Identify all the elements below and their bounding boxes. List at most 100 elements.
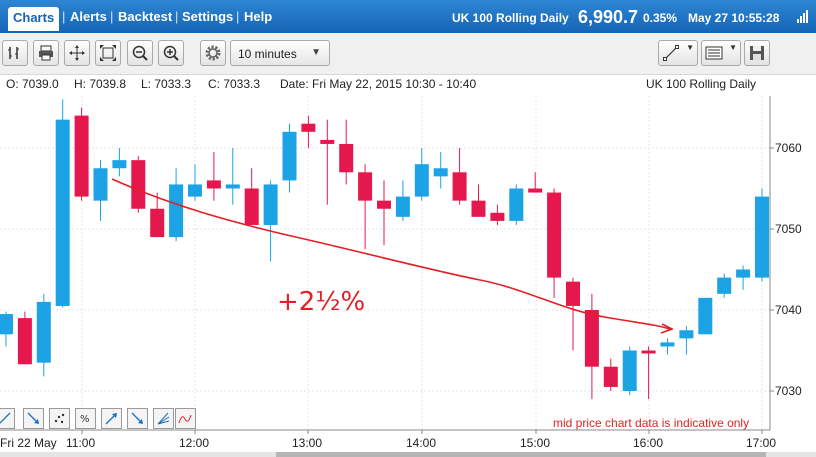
x-tick-label: 12:00 (179, 436, 210, 450)
chart-annotation-text: +2½% (277, 287, 365, 317)
y-tick-label: 7040 (775, 303, 802, 317)
x-tick-label: 15:00 (520, 436, 551, 450)
candle (339, 119, 354, 185)
y-tick-label: 7050 (775, 222, 802, 236)
candle-body (490, 212, 505, 221)
chart-grid (0, 96, 770, 430)
candle (698, 297, 713, 335)
percent-icon: % (80, 414, 90, 425)
data-disclaimer: mid price chart data is indicative only (553, 416, 750, 430)
candle (36, 293, 51, 377)
candle-body (433, 168, 448, 177)
candle-body (131, 160, 146, 209)
candle (736, 265, 751, 290)
candle-body (320, 139, 335, 144)
candle-body (358, 172, 373, 201)
candle (755, 188, 769, 282)
candle-body (74, 115, 89, 197)
candle-body (225, 184, 240, 189)
candle (679, 326, 694, 355)
percent-tool-button[interactable]: % (75, 408, 96, 429)
candle (660, 338, 675, 355)
price-chart[interactable]: +2½% (0, 0, 816, 457)
candle-body (755, 196, 769, 278)
candle-body (206, 180, 221, 189)
svg-text:%: % (80, 414, 90, 425)
candle-body (547, 192, 562, 278)
arrow-tool-icon (27, 412, 39, 424)
candle-body (584, 310, 599, 367)
candle (452, 148, 467, 205)
candle (263, 180, 278, 262)
candle (206, 152, 221, 201)
trend-down-icon (131, 412, 143, 424)
candle (188, 164, 202, 201)
candle (93, 160, 108, 221)
candle (112, 148, 127, 177)
trend-up-tool-button[interactable] (101, 408, 122, 429)
candle (377, 180, 391, 246)
candle-body (679, 330, 694, 339)
x-tick-label: 14:00 (406, 436, 437, 450)
candle-body (736, 269, 751, 278)
candle (320, 119, 335, 205)
candle-body (112, 160, 127, 169)
candle (566, 277, 580, 351)
candle (55, 99, 70, 308)
x-tick-label: 11:00 (66, 436, 96, 450)
candle (0, 311, 13, 347)
candle-body (17, 318, 32, 365)
candle-body (282, 131, 297, 181)
wave-tool-button[interactable] (175, 408, 196, 429)
candle-body (603, 366, 618, 387)
x-axis (0, 429, 770, 434)
candle-body (717, 277, 732, 294)
x-tick-label: Fri 22 May (0, 436, 57, 450)
candle-body (150, 208, 165, 238)
candle (509, 184, 524, 225)
line-tool-icon (0, 412, 11, 424)
candle (244, 168, 259, 225)
candle (131, 156, 146, 213)
candle-body (509, 188, 524, 221)
candle-body (339, 143, 354, 173)
wave-icon (178, 414, 192, 424)
candle-body (622, 350, 637, 391)
x-tick-label: 16:00 (633, 436, 664, 450)
candle (358, 164, 373, 250)
candle-body (377, 200, 391, 209)
candle-body (93, 168, 108, 201)
candlestick-series (0, 99, 769, 400)
candle (225, 148, 240, 205)
fibonacci-tool-button[interactable] (153, 408, 174, 429)
candle (414, 148, 429, 201)
line-tool-button[interactable] (0, 408, 15, 429)
candle-body (698, 297, 713, 335)
candle (547, 188, 562, 298)
candle-body (528, 188, 543, 193)
candle-body (244, 188, 259, 225)
candle-body (36, 301, 51, 363)
candle-body (452, 172, 467, 201)
candle (528, 172, 543, 193)
candle (395, 180, 410, 221)
candle-body (566, 281, 580, 306)
candle-body (471, 200, 486, 217)
y-tick-label: 7030 (775, 384, 802, 398)
arrow-tool-button[interactable] (23, 408, 44, 429)
candle (17, 311, 32, 365)
y-axis (769, 96, 774, 430)
candle (433, 152, 448, 189)
chart-scrollbar-thumb[interactable] (276, 452, 766, 457)
candle-body (55, 119, 70, 306)
candle-body (395, 196, 410, 217)
scatter-tool-icon (54, 413, 65, 424)
candle-body (188, 184, 202, 197)
trend-down-tool-button[interactable] (127, 408, 148, 429)
text-tool-button[interactable] (49, 408, 70, 429)
candle-body (660, 342, 675, 347)
x-tick-label: 17:00 (746, 436, 777, 450)
candle-body (301, 123, 316, 132)
candle (490, 204, 505, 225)
candle (471, 184, 486, 217)
